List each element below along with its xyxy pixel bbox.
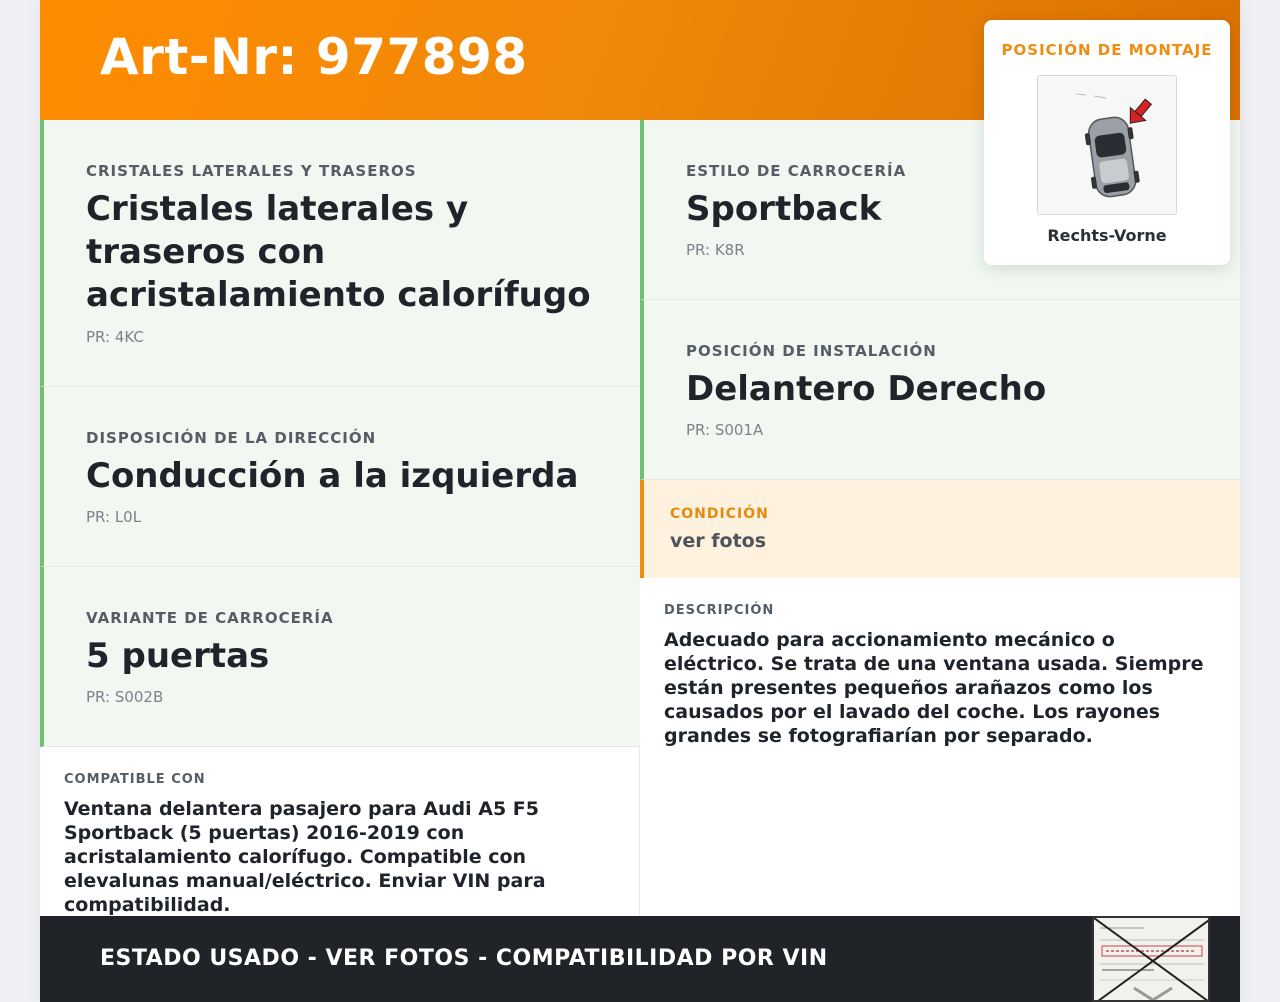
cell-pr-code: PR: S002B: [86, 688, 164, 706]
compatible-label: COMPATIBLE CON: [64, 772, 206, 787]
condition-value: ver fotos: [670, 530, 767, 552]
compatible-text: Ventana delantera pasajero para Audi A5 …: [64, 798, 546, 916]
footer-bar: ESTADO USADO - VER FOTOS - COMPATIBILIDA…: [40, 916, 1240, 1002]
cell-value: Delantero Derecho: [686, 369, 1047, 409]
cell-side-rear-glass: CRISTALES LATERALES Y TRASEROS Cristales…: [40, 120, 640, 387]
condition-label: CONDICIÓN: [670, 506, 769, 522]
condition-box: CONDICIÓN ver fotos: [640, 480, 1240, 578]
cell-pr-code: PR: 4KC: [86, 328, 144, 346]
article-number-title: Art-Nr: 977898: [100, 28, 528, 86]
cell-label: ESTILO DE CARROCERÍA: [686, 162, 907, 180]
product-sheet: Art-Nr: 977898 CRISTALES LATERALES Y TRA…: [40, 0, 1240, 1002]
cell-label: POSICIÓN DE INSTALACIÓN: [686, 342, 937, 360]
mount-position-card: POSICIÓN DE MONTAJE Rechts-Vorne: [984, 20, 1230, 265]
cell-label: VARIANTE DE CARROCERÍA: [86, 609, 334, 627]
cell-value: Cristales laterales y traseros con acris…: [86, 189, 591, 315]
column-divider: [639, 746, 640, 916]
cell-value: Conducción a la izquierda: [86, 456, 579, 496]
description-label: DESCRIPCIÓN: [664, 603, 775, 618]
cell-label: CRISTALES LATERALES Y TRASEROS: [86, 162, 417, 180]
cell-install-position: POSICIÓN DE INSTALACIÓN Delantero Derech…: [640, 300, 1240, 480]
description-text: Adecuado para accionamiento mecánico o e…: [664, 629, 1204, 747]
footer-text: ESTADO USADO - VER FOTOS - COMPATIBILIDA…: [100, 946, 828, 971]
car-top-view-icon: [1037, 75, 1177, 215]
cell-label: DISPOSICIÓN DE LA DIRECCIÓN: [86, 429, 377, 447]
cell-value: 5 puertas: [86, 636, 270, 676]
mount-position-caption: Rechts-Vorne: [1047, 226, 1167, 245]
mount-position-title: POSICIÓN DE MONTAJE: [1001, 41, 1213, 59]
cell-pr-code: PR: S001A: [686, 421, 764, 439]
description-section: DESCRIPCIÓN Adecuado para accionamiento …: [664, 603, 1216, 748]
cell-pr-code: PR: K8R: [686, 241, 745, 259]
vehicle-document-icon[interactable]: [1092, 916, 1210, 1002]
cell-steering-layout: DISPOSICIÓN DE LA DIRECCIÓN Conducción a…: [40, 387, 640, 567]
compatible-section: COMPATIBLE CON Ventana delantera pasajer…: [64, 772, 616, 917]
cell-pr-code: PR: L0L: [86, 508, 142, 526]
cell-body-variant: VARIANTE DE CARROCERÍA 5 puertas PR: S00…: [40, 567, 640, 747]
